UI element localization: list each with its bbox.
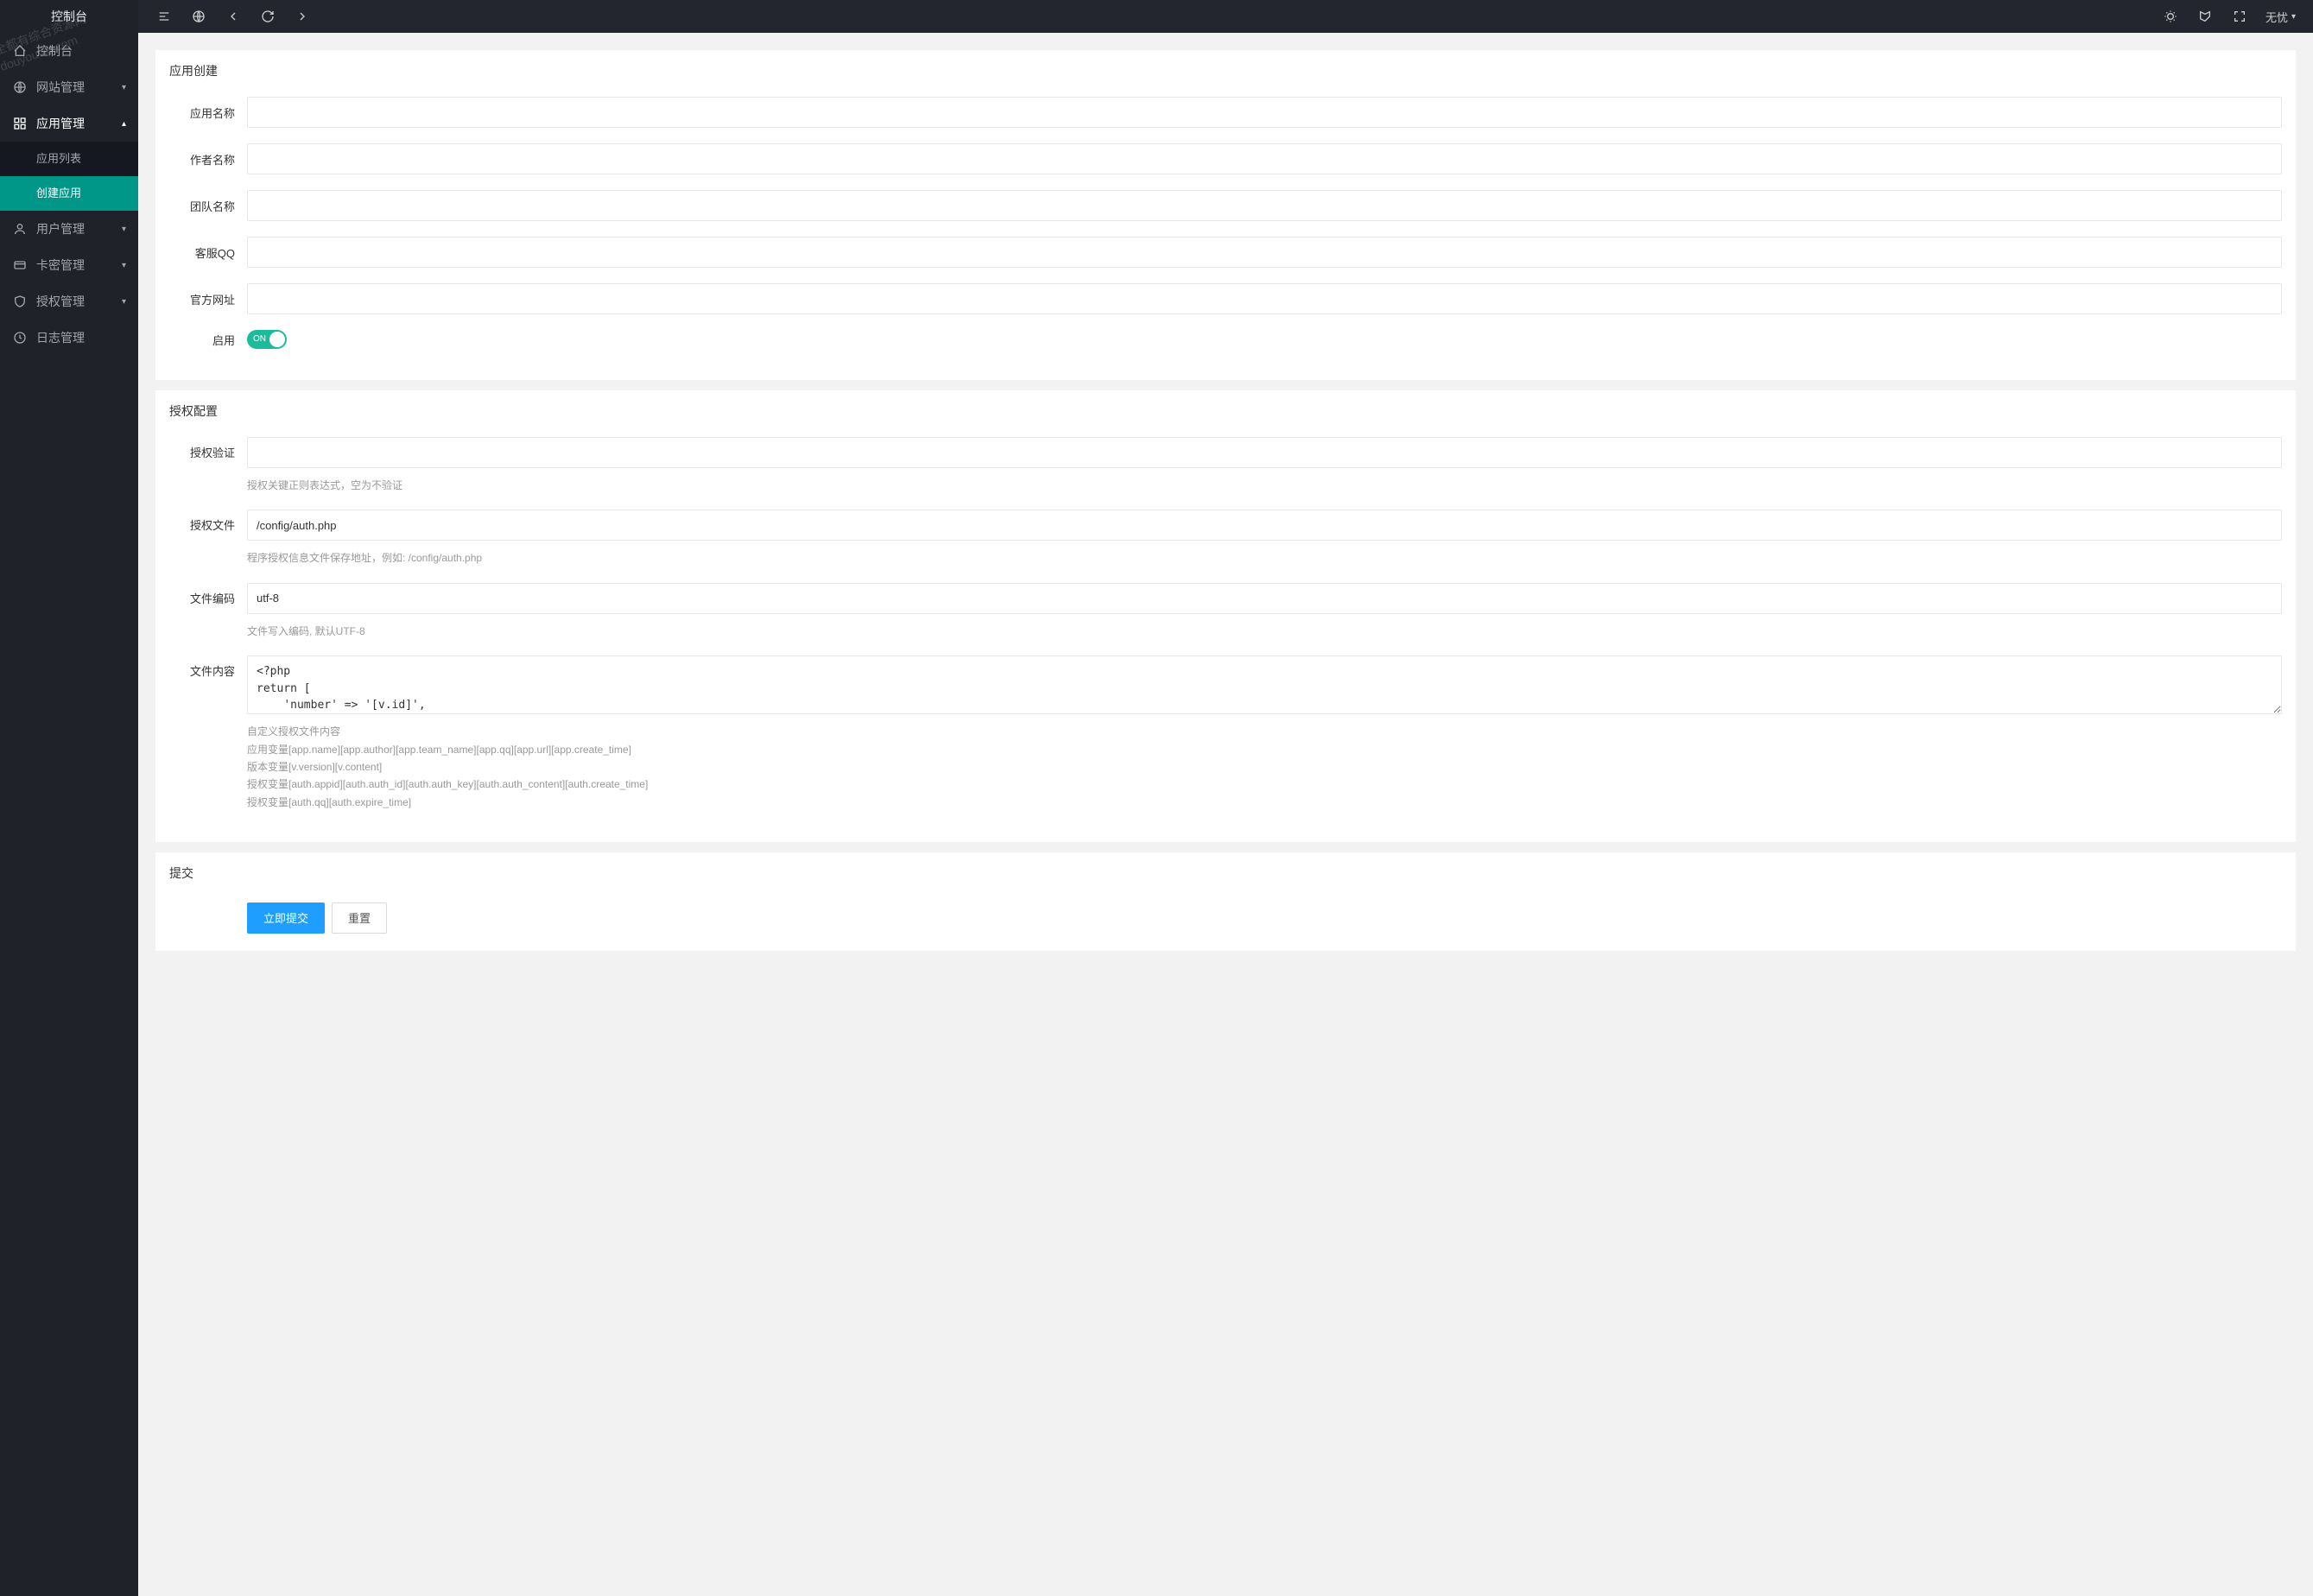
switch-knob [269, 332, 285, 347]
sidebar-item-auth[interactable]: 授权管理 ▾ [0, 283, 138, 320]
sidebar-sub-app-create[interactable]: 创建应用 [0, 176, 138, 211]
sidebar-item-label: 用户管理 [36, 220, 85, 238]
grid-icon [12, 117, 28, 130]
sidebar-item-label: 应用管理 [36, 115, 85, 132]
forward-icon[interactable] [285, 0, 320, 33]
input-auth-file[interactable] [247, 510, 2282, 541]
label-auth-verify: 授权验证 [169, 437, 247, 460]
chevron-down-icon: ▾ [122, 297, 126, 307]
user-icon [12, 222, 28, 236]
shield-icon [12, 294, 28, 308]
label-enable: 启用 [169, 332, 247, 348]
sidebar-sub-app-list[interactable]: 应用列表 [0, 142, 138, 176]
sidebar-toggle-icon[interactable] [147, 0, 181, 33]
input-auth-verify[interactable] [247, 437, 2282, 468]
submit-button[interactable]: 立即提交 [247, 902, 325, 934]
clock-icon [12, 331, 28, 345]
sidebar-item-label: 日志管理 [36, 329, 85, 346]
sidebar-item-label: 卡密管理 [36, 256, 85, 274]
card-auth-config: 授权配置 授权验证 授权关键正则表达式，空为不验证 授权文件 程序授权信息文件保… [155, 390, 2296, 842]
sidebar-submenu-app: 应用列表 创建应用 [0, 142, 138, 211]
label-author: 作者名称 [169, 151, 247, 168]
input-author[interactable] [247, 143, 2282, 174]
card-title: 提交 [155, 852, 2296, 894]
back-icon[interactable] [216, 0, 250, 33]
input-encoding[interactable] [247, 583, 2282, 614]
card-submit: 提交 立即提交 重置 [155, 852, 2296, 951]
chevron-up-icon: ▴ [122, 119, 126, 129]
input-app-name[interactable] [247, 97, 2282, 128]
help-encoding: 文件写入编码, 默认UTF-8 [247, 623, 2282, 640]
sidebar-item-label: 控制台 [36, 42, 73, 60]
user-name: 无忧 [2265, 9, 2288, 25]
label-file-content: 文件内容 [169, 656, 247, 679]
sidebar-menu: 控制台 网站管理 ▾ 应用管理 ▴ 应用列表 创建应用 用户管理 ▾ 卡密管理 … [0, 33, 138, 356]
chevron-down-icon: ▾ [122, 83, 126, 92]
textarea-file-content[interactable] [247, 656, 2282, 714]
sidebar-item-user[interactable]: 用户管理 ▾ [0, 211, 138, 247]
chevron-down-icon: ▾ [122, 225, 126, 234]
chevron-down-icon: ▾ [2291, 12, 2296, 22]
theme-icon[interactable] [2153, 0, 2188, 33]
refresh-icon[interactable] [250, 0, 285, 33]
sidebar-item-label: 授权管理 [36, 293, 85, 310]
fullscreen-icon[interactable] [2222, 0, 2257, 33]
label-url: 官方网址 [169, 291, 247, 307]
sidebar-item-site[interactable]: 网站管理 ▾ [0, 69, 138, 105]
card-icon [12, 258, 28, 272]
sidebar-item-app[interactable]: 应用管理 ▴ [0, 105, 138, 142]
sidebar-brand: 控制台 [0, 0, 138, 33]
note-icon[interactable] [2188, 0, 2222, 33]
help-auth-verify: 授权关键正则表达式，空为不验证 [247, 477, 2282, 494]
globe-icon[interactable] [181, 0, 216, 33]
sidebar-item-label: 网站管理 [36, 79, 85, 96]
card-title: 授权配置 [155, 390, 2296, 432]
help-auth-file: 程序授权信息文件保存地址，例如: /config/auth.php [247, 549, 2282, 567]
label-app-name: 应用名称 [169, 104, 247, 121]
sidebar: 控制台 控制台 网站管理 ▾ 应用管理 ▴ 应用列表 创建应用 用户管理 ▾ 卡… [0, 0, 138, 1596]
globe-icon [12, 80, 28, 94]
label-qq: 客服QQ [169, 244, 247, 261]
chevron-down-icon: ▾ [122, 261, 126, 270]
input-url[interactable] [247, 283, 2282, 314]
user-menu[interactable]: 无忧▾ [2257, 9, 2304, 25]
switch-enable[interactable]: ON [247, 330, 287, 349]
label-auth-file: 授权文件 [169, 510, 247, 533]
help-file-content: 自定义授权文件内容 应用变量[app.name][app.author][app… [247, 723, 2282, 811]
card-app-create: 应用创建 应用名称 作者名称 团队名称 客服QQ 官方网址 [155, 50, 2296, 380]
main-content: 应用创建 应用名称 作者名称 团队名称 客服QQ 官方网址 [138, 33, 2313, 978]
sidebar-item-card[interactable]: 卡密管理 ▾ [0, 247, 138, 283]
reset-button[interactable]: 重置 [332, 902, 387, 934]
sidebar-item-dashboard[interactable]: 控制台 [0, 33, 138, 69]
header: 无忧▾ [138, 0, 2313, 33]
input-team[interactable] [247, 190, 2282, 221]
switch-on-text: ON [253, 330, 266, 349]
sidebar-item-log[interactable]: 日志管理 [0, 320, 138, 356]
label-encoding: 文件编码 [169, 583, 247, 606]
card-title: 应用创建 [155, 50, 2296, 92]
label-team: 团队名称 [169, 198, 247, 214]
input-qq[interactable] [247, 237, 2282, 268]
home-icon [12, 44, 28, 58]
